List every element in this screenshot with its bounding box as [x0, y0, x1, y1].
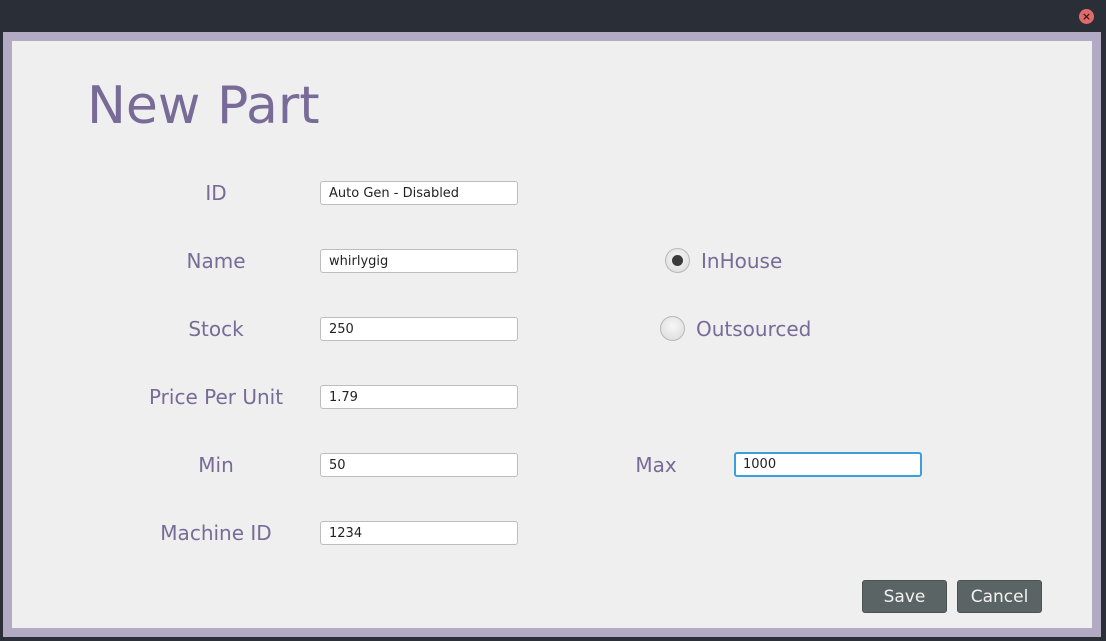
id-label: ID — [205, 181, 227, 205]
min-label: Min — [198, 453, 234, 477]
price-field[interactable] — [320, 385, 518, 409]
radio-circle — [660, 316, 685, 341]
title-bar: × — [0, 0, 1106, 32]
name-field[interactable] — [320, 249, 518, 273]
radio-circle — [665, 248, 690, 273]
price-label: Price Per Unit — [148, 385, 284, 409]
close-icon[interactable]: × — [1079, 9, 1094, 24]
stock-label: Stock — [188, 317, 244, 341]
page-title: New Part — [87, 76, 320, 136]
radio-selected-dot — [672, 255, 683, 266]
min-field[interactable] — [320, 453, 518, 477]
name-label: Name — [186, 249, 246, 273]
save-button[interactable]: Save — [862, 580, 947, 613]
machine-id-label: Machine ID — [160, 521, 272, 545]
inhouse-radio-label: InHouse — [701, 248, 783, 273]
dialog-window: × New Part ID Name Stock Price Per Unit … — [0, 0, 1106, 641]
dialog-content: New Part ID Name Stock Price Per Unit Mi… — [12, 41, 1092, 628]
max-label: Max — [635, 453, 677, 477]
outsourced-radio[interactable]: Outsourced — [660, 316, 811, 341]
outsourced-radio-label: Outsourced — [696, 316, 812, 341]
stock-field[interactable] — [320, 317, 518, 341]
inhouse-radio[interactable]: InHouse — [665, 248, 782, 273]
machine-id-field[interactable] — [320, 521, 518, 545]
cancel-button[interactable]: Cancel — [957, 580, 1042, 613]
id-field[interactable] — [320, 181, 518, 205]
max-field[interactable] — [734, 452, 922, 477]
